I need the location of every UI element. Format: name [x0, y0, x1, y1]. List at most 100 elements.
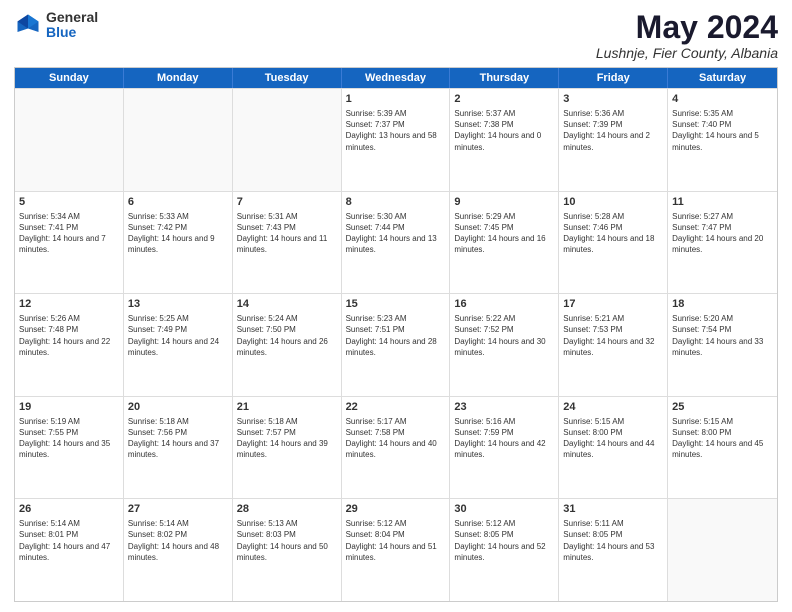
day-number: 21: [237, 400, 337, 415]
day-cell-12: 12Sunrise: 5:26 AMSunset: 7:48 PMDayligh…: [15, 294, 124, 396]
day-cell-14: 14Sunrise: 5:24 AMSunset: 7:50 PMDayligh…: [233, 294, 342, 396]
day-cell-30: 30Sunrise: 5:12 AMSunset: 8:05 PMDayligh…: [450, 499, 559, 601]
day-cell-27: 27Sunrise: 5:14 AMSunset: 8:02 PMDayligh…: [124, 499, 233, 601]
empty-cell: [15, 89, 124, 191]
weekday-header: Monday: [124, 68, 233, 88]
week-row-2: 5Sunrise: 5:34 AMSunset: 7:41 PMDaylight…: [15, 191, 777, 294]
weekday-header: Sunday: [15, 68, 124, 88]
day-details: Sunrise: 5:17 AMSunset: 7:58 PMDaylight:…: [346, 416, 446, 461]
day-number: 3: [563, 92, 663, 107]
location: Lushnje, Fier County, Albania: [596, 45, 778, 61]
day-details: Sunrise: 5:18 AMSunset: 7:56 PMDaylight:…: [128, 416, 228, 461]
day-cell-2: 2Sunrise: 5:37 AMSunset: 7:38 PMDaylight…: [450, 89, 559, 191]
day-cell-5: 5Sunrise: 5:34 AMSunset: 7:41 PMDaylight…: [15, 192, 124, 294]
day-cell-25: 25Sunrise: 5:15 AMSunset: 8:00 PMDayligh…: [668, 397, 777, 499]
day-details: Sunrise: 5:16 AMSunset: 7:59 PMDaylight:…: [454, 416, 554, 461]
month-title: May 2024: [596, 10, 778, 45]
logo: General Blue: [14, 10, 98, 41]
day-number: 19: [19, 400, 119, 415]
day-details: Sunrise: 5:31 AMSunset: 7:43 PMDaylight:…: [237, 211, 337, 256]
day-number: 15: [346, 297, 446, 312]
day-cell-26: 26Sunrise: 5:14 AMSunset: 8:01 PMDayligh…: [15, 499, 124, 601]
day-details: Sunrise: 5:20 AMSunset: 7:54 PMDaylight:…: [672, 313, 773, 358]
day-details: Sunrise: 5:21 AMSunset: 7:53 PMDaylight:…: [563, 313, 663, 358]
day-cell-28: 28Sunrise: 5:13 AMSunset: 8:03 PMDayligh…: [233, 499, 342, 601]
day-number: 26: [19, 502, 119, 517]
day-number: 4: [672, 92, 773, 107]
day-number: 22: [346, 400, 446, 415]
header: General Blue May 2024 Lushnje, Fier Coun…: [14, 10, 778, 61]
day-number: 9: [454, 195, 554, 210]
day-details: Sunrise: 5:35 AMSunset: 7:40 PMDaylight:…: [672, 108, 773, 153]
day-details: Sunrise: 5:14 AMSunset: 8:01 PMDaylight:…: [19, 518, 119, 563]
empty-cell: [124, 89, 233, 191]
day-cell-8: 8Sunrise: 5:30 AMSunset: 7:44 PMDaylight…: [342, 192, 451, 294]
weekday-header: Tuesday: [233, 68, 342, 88]
day-number: 10: [563, 195, 663, 210]
day-cell-11: 11Sunrise: 5:27 AMSunset: 7:47 PMDayligh…: [668, 192, 777, 294]
day-details: Sunrise: 5:33 AMSunset: 7:42 PMDaylight:…: [128, 211, 228, 256]
day-number: 17: [563, 297, 663, 312]
day-number: 8: [346, 195, 446, 210]
day-number: 29: [346, 502, 446, 517]
day-cell-6: 6Sunrise: 5:33 AMSunset: 7:42 PMDaylight…: [124, 192, 233, 294]
day-number: 6: [128, 195, 228, 210]
page: General Blue May 2024 Lushnje, Fier Coun…: [0, 0, 792, 612]
day-cell-18: 18Sunrise: 5:20 AMSunset: 7:54 PMDayligh…: [668, 294, 777, 396]
day-cell-29: 29Sunrise: 5:12 AMSunset: 8:04 PMDayligh…: [342, 499, 451, 601]
week-row-3: 12Sunrise: 5:26 AMSunset: 7:48 PMDayligh…: [15, 293, 777, 396]
day-cell-23: 23Sunrise: 5:16 AMSunset: 7:59 PMDayligh…: [450, 397, 559, 499]
logo-text: General Blue: [46, 10, 98, 41]
day-details: Sunrise: 5:25 AMSunset: 7:49 PMDaylight:…: [128, 313, 228, 358]
day-details: Sunrise: 5:30 AMSunset: 7:44 PMDaylight:…: [346, 211, 446, 256]
day-cell-4: 4Sunrise: 5:35 AMSunset: 7:40 PMDaylight…: [668, 89, 777, 191]
day-details: Sunrise: 5:12 AMSunset: 8:04 PMDaylight:…: [346, 518, 446, 563]
weekday-header: Thursday: [450, 68, 559, 88]
day-details: Sunrise: 5:22 AMSunset: 7:52 PMDaylight:…: [454, 313, 554, 358]
day-details: Sunrise: 5:15 AMSunset: 8:00 PMDaylight:…: [563, 416, 663, 461]
day-number: 2: [454, 92, 554, 107]
day-details: Sunrise: 5:11 AMSunset: 8:05 PMDaylight:…: [563, 518, 663, 563]
day-number: 5: [19, 195, 119, 210]
day-number: 28: [237, 502, 337, 517]
day-details: Sunrise: 5:19 AMSunset: 7:55 PMDaylight:…: [19, 416, 119, 461]
week-row-1: 1Sunrise: 5:39 AMSunset: 7:37 PMDaylight…: [15, 88, 777, 191]
day-details: Sunrise: 5:37 AMSunset: 7:38 PMDaylight:…: [454, 108, 554, 153]
day-cell-7: 7Sunrise: 5:31 AMSunset: 7:43 PMDaylight…: [233, 192, 342, 294]
day-number: 25: [672, 400, 773, 415]
day-cell-20: 20Sunrise: 5:18 AMSunset: 7:56 PMDayligh…: [124, 397, 233, 499]
day-details: Sunrise: 5:29 AMSunset: 7:45 PMDaylight:…: [454, 211, 554, 256]
day-number: 18: [672, 297, 773, 312]
day-number: 27: [128, 502, 228, 517]
day-number: 20: [128, 400, 228, 415]
week-row-5: 26Sunrise: 5:14 AMSunset: 8:01 PMDayligh…: [15, 498, 777, 601]
day-cell-1: 1Sunrise: 5:39 AMSunset: 7:37 PMDaylight…: [342, 89, 451, 191]
day-number: 1: [346, 92, 446, 107]
day-cell-13: 13Sunrise: 5:25 AMSunset: 7:49 PMDayligh…: [124, 294, 233, 396]
calendar: SundayMondayTuesdayWednesdayThursdayFrid…: [14, 67, 778, 602]
day-details: Sunrise: 5:23 AMSunset: 7:51 PMDaylight:…: [346, 313, 446, 358]
day-details: Sunrise: 5:34 AMSunset: 7:41 PMDaylight:…: [19, 211, 119, 256]
day-number: 31: [563, 502, 663, 517]
day-details: Sunrise: 5:15 AMSunset: 8:00 PMDaylight:…: [672, 416, 773, 461]
day-details: Sunrise: 5:13 AMSunset: 8:03 PMDaylight:…: [237, 518, 337, 563]
day-cell-21: 21Sunrise: 5:18 AMSunset: 7:57 PMDayligh…: [233, 397, 342, 499]
day-details: Sunrise: 5:12 AMSunset: 8:05 PMDaylight:…: [454, 518, 554, 563]
day-cell-24: 24Sunrise: 5:15 AMSunset: 8:00 PMDayligh…: [559, 397, 668, 499]
day-cell-15: 15Sunrise: 5:23 AMSunset: 7:51 PMDayligh…: [342, 294, 451, 396]
day-number: 11: [672, 195, 773, 210]
day-details: Sunrise: 5:14 AMSunset: 8:02 PMDaylight:…: [128, 518, 228, 563]
day-number: 12: [19, 297, 119, 312]
day-number: 30: [454, 502, 554, 517]
day-details: Sunrise: 5:36 AMSunset: 7:39 PMDaylight:…: [563, 108, 663, 153]
day-cell-31: 31Sunrise: 5:11 AMSunset: 8:05 PMDayligh…: [559, 499, 668, 601]
day-cell-16: 16Sunrise: 5:22 AMSunset: 7:52 PMDayligh…: [450, 294, 559, 396]
day-cell-10: 10Sunrise: 5:28 AMSunset: 7:46 PMDayligh…: [559, 192, 668, 294]
logo-blue: Blue: [46, 25, 98, 40]
day-cell-22: 22Sunrise: 5:17 AMSunset: 7:58 PMDayligh…: [342, 397, 451, 499]
logo-icon: [14, 11, 42, 39]
week-row-4: 19Sunrise: 5:19 AMSunset: 7:55 PMDayligh…: [15, 396, 777, 499]
day-cell-9: 9Sunrise: 5:29 AMSunset: 7:45 PMDaylight…: [450, 192, 559, 294]
day-cell-17: 17Sunrise: 5:21 AMSunset: 7:53 PMDayligh…: [559, 294, 668, 396]
calendar-body: 1Sunrise: 5:39 AMSunset: 7:37 PMDaylight…: [15, 88, 777, 601]
